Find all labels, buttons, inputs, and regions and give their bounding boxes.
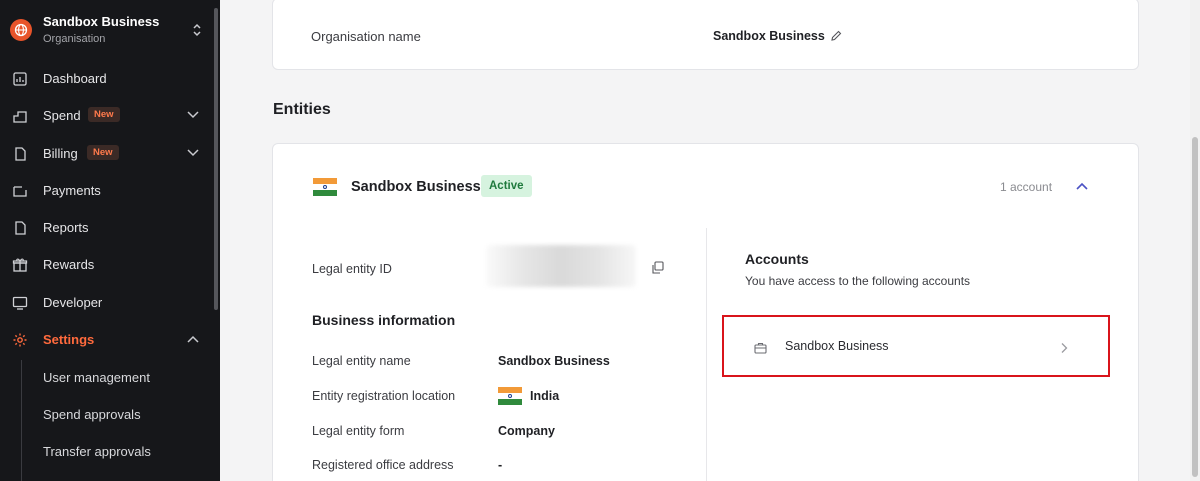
sidebar-item-reports[interactable]: Reports bbox=[0, 210, 214, 244]
settings-submenu-line bbox=[21, 360, 22, 481]
field-label: Legal entity form bbox=[312, 424, 405, 438]
entity-name: Sandbox Business bbox=[351, 179, 481, 195]
sidebar: Sandbox Business Organisation Dashboard … bbox=[0, 0, 220, 481]
sidebar-subitem-spend-approvals[interactable]: Spend approvals bbox=[43, 407, 141, 422]
entities-title: Entities bbox=[273, 101, 331, 118]
sidebar-item-label: Developer bbox=[43, 295, 103, 310]
accounts-subtitle: You have access to the following account… bbox=[745, 274, 971, 288]
field-value: - bbox=[498, 458, 503, 472]
sidebar-item-label: Rewards bbox=[43, 257, 95, 272]
org-switcher[interactable]: Sandbox Business Organisation bbox=[0, 0, 220, 60]
sidebar-item-label: Spend bbox=[43, 108, 81, 123]
entity-card: Sandbox Business Active 1 account Legal … bbox=[272, 143, 1139, 481]
sidebar-subitem-transfer-approvals[interactable]: Transfer approvals bbox=[43, 444, 151, 459]
accounts-title: Accounts bbox=[745, 251, 809, 267]
business-information-title: Business information bbox=[312, 312, 456, 328]
main-scrollbar[interactable] bbox=[1190, 0, 1200, 481]
field-label: Legal entity name bbox=[312, 354, 411, 368]
sidebar-item-payments[interactable]: Payments bbox=[0, 173, 214, 207]
org-logo-icon bbox=[10, 19, 32, 41]
sidebar-scrollbar[interactable] bbox=[214, 8, 218, 310]
field-value: India bbox=[530, 389, 560, 403]
monitor-icon bbox=[12, 296, 28, 310]
legal-entity-id-redacted bbox=[486, 245, 636, 287]
field-value: Sandbox Business bbox=[498, 354, 610, 368]
sidebar-item-spend[interactable]: Spend New bbox=[0, 98, 214, 132]
chevron-down-icon[interactable] bbox=[186, 148, 200, 158]
spend-icon bbox=[13, 111, 27, 123]
reports-icon bbox=[15, 221, 26, 235]
main-scrollbar-thumb[interactable] bbox=[1192, 137, 1198, 477]
field-label: Registered office address bbox=[312, 458, 454, 472]
chevron-down-icon[interactable] bbox=[186, 110, 200, 120]
payments-icon bbox=[13, 186, 27, 197]
sidebar-item-label: Dashboard bbox=[43, 71, 107, 86]
organisation-card: Organisation name Sandbox Business bbox=[272, 0, 1139, 70]
gear-icon bbox=[13, 333, 27, 347]
pencil-icon[interactable] bbox=[830, 30, 842, 42]
chevron-right-icon bbox=[1061, 343, 1068, 353]
sidebar-item-label: Reports bbox=[43, 220, 89, 235]
status-badge: Active bbox=[481, 175, 532, 197]
account-name: Sandbox Business bbox=[785, 339, 889, 353]
sidebar-item-dashboard[interactable]: Dashboard bbox=[0, 61, 214, 95]
legal-entity-id-label: Legal entity ID bbox=[312, 262, 392, 276]
sidebar-item-label: Payments bbox=[43, 183, 101, 198]
organisation-name-label: Organisation name bbox=[311, 29, 421, 44]
chevron-up-icon[interactable] bbox=[186, 334, 200, 344]
field-value: Company bbox=[498, 424, 555, 438]
organisation-name-value: Sandbox Business bbox=[713, 29, 825, 43]
gift-icon bbox=[12, 258, 28, 272]
new-badge: New bbox=[88, 107, 120, 122]
sidebar-item-developer[interactable]: Developer bbox=[0, 285, 214, 319]
chevron-up-down-icon[interactable] bbox=[190, 21, 204, 39]
account-count: 1 account bbox=[1000, 180, 1053, 194]
sidebar-item-settings[interactable]: Settings bbox=[0, 322, 214, 356]
org-subtitle: Organisation bbox=[43, 33, 106, 45]
org-name: Sandbox Business bbox=[43, 14, 160, 29]
briefcase-icon bbox=[754, 342, 767, 354]
india-flag-icon bbox=[313, 178, 337, 196]
dashboard-icon bbox=[13, 72, 27, 86]
copy-icon[interactable] bbox=[651, 261, 664, 274]
billing-icon bbox=[15, 147, 26, 161]
column-divider bbox=[706, 228, 707, 481]
sidebar-item-rewards[interactable]: Rewards bbox=[0, 247, 214, 281]
chevron-up-icon[interactable] bbox=[1075, 181, 1089, 191]
new-badge: New bbox=[87, 145, 119, 160]
sidebar-item-billing[interactable]: Billing New bbox=[0, 136, 214, 170]
india-flag-icon bbox=[498, 387, 522, 405]
sidebar-item-label: Billing bbox=[43, 146, 78, 161]
field-label: Entity registration location bbox=[312, 389, 456, 403]
sidebar-item-label: Settings bbox=[43, 332, 95, 347]
sidebar-subitem-user-management[interactable]: User management bbox=[43, 370, 150, 385]
account-row[interactable]: Sandbox Business bbox=[722, 315, 1110, 377]
